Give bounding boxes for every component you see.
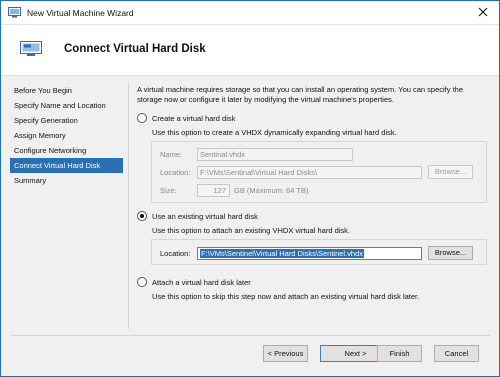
create-browse-button[interactable]: Browse... [428,165,473,179]
content-panel: A virtual machine requires storage so th… [137,85,489,105]
attach-later-description: Use this option to skip this step now an… [152,292,420,301]
existing-location-value: F:\VMs\Sentinel\Virtual Hard Disks\Senti… [200,249,365,258]
virtual-machine-icon [20,41,42,56]
step-specify-generation[interactable]: Specify Generation [10,113,123,128]
existing-vhd-label[interactable]: Use an existing virtual hard disk [152,212,258,221]
create-vhd-group: Name: Sentinal.vhdx Location: F:\VMs\Sen… [151,141,487,203]
step-specify-name-and-location[interactable]: Specify Name and Location [10,98,123,113]
page-title: Connect Virtual Hard Disk [64,43,206,55]
step-configure-networking[interactable]: Configure Networking [10,143,123,158]
attach-later-radio[interactable] [137,277,147,287]
create-vhd-radio[interactable] [137,113,147,123]
title-bar: New Virtual Machine Wizard [1,1,499,25]
finish-button[interactable]: Finish [377,345,422,362]
virtual-machine-icon [8,7,21,18]
page-header: Connect Virtual Hard Disk [1,25,499,76]
existing-vhd-radio[interactable] [137,211,147,221]
location-label: Location: [160,168,191,177]
cancel-button[interactable]: Cancel [434,345,479,362]
intro-text: A virtual machine requires storage so th… [137,85,464,104]
close-button[interactable] [467,1,499,24]
existing-browse-button[interactable]: Browse... [428,246,473,260]
window-title: New Virtual Machine Wizard [27,8,134,18]
create-vhd-description: Use this option to create a VHDX dynamic… [152,128,397,137]
previous-button[interactable]: < Previous [263,345,308,362]
existing-vhd-group: Location: F:\VMs\Sentinel\Virtual Hard D… [151,239,487,265]
existing-location-label: Location: [160,249,191,258]
create-location-field[interactable]: F:\VMs\Sentinal\Virtual Hard Disks\ [197,166,422,179]
attach-later-label[interactable]: Attach a virtual hard disk later [152,278,251,287]
size-label: Size: [160,186,177,195]
sidebar-divider [128,83,129,329]
size-unit: GB (Maximum: 64 TB) [234,186,309,195]
wizard-window: New Virtual Machine Wizard Connect Virtu… [0,0,500,377]
close-icon [478,7,488,19]
footer-divider [10,335,490,336]
create-vhd-label[interactable]: Create a virtual hard disk [152,114,235,123]
step-summary[interactable]: Summary [10,173,123,188]
step-assign-memory[interactable]: Assign Memory [10,128,123,143]
wizard-steps: Before You Begin Specify Name and Locati… [10,83,123,188]
name-label: Name: [160,150,183,159]
existing-vhd-description: Use this option to attach an existing VH… [152,226,351,235]
step-before-you-begin[interactable]: Before You Begin [10,83,123,98]
size-field[interactable]: 127 [197,184,230,197]
name-field[interactable]: Sentinal.vhdx [197,148,353,161]
step-connect-virtual-hard-disk[interactable]: Connect Virtual Hard Disk [10,158,123,173]
existing-location-field[interactable]: F:\VMs\Sentinel\Virtual Hard Disks\Senti… [197,247,422,260]
